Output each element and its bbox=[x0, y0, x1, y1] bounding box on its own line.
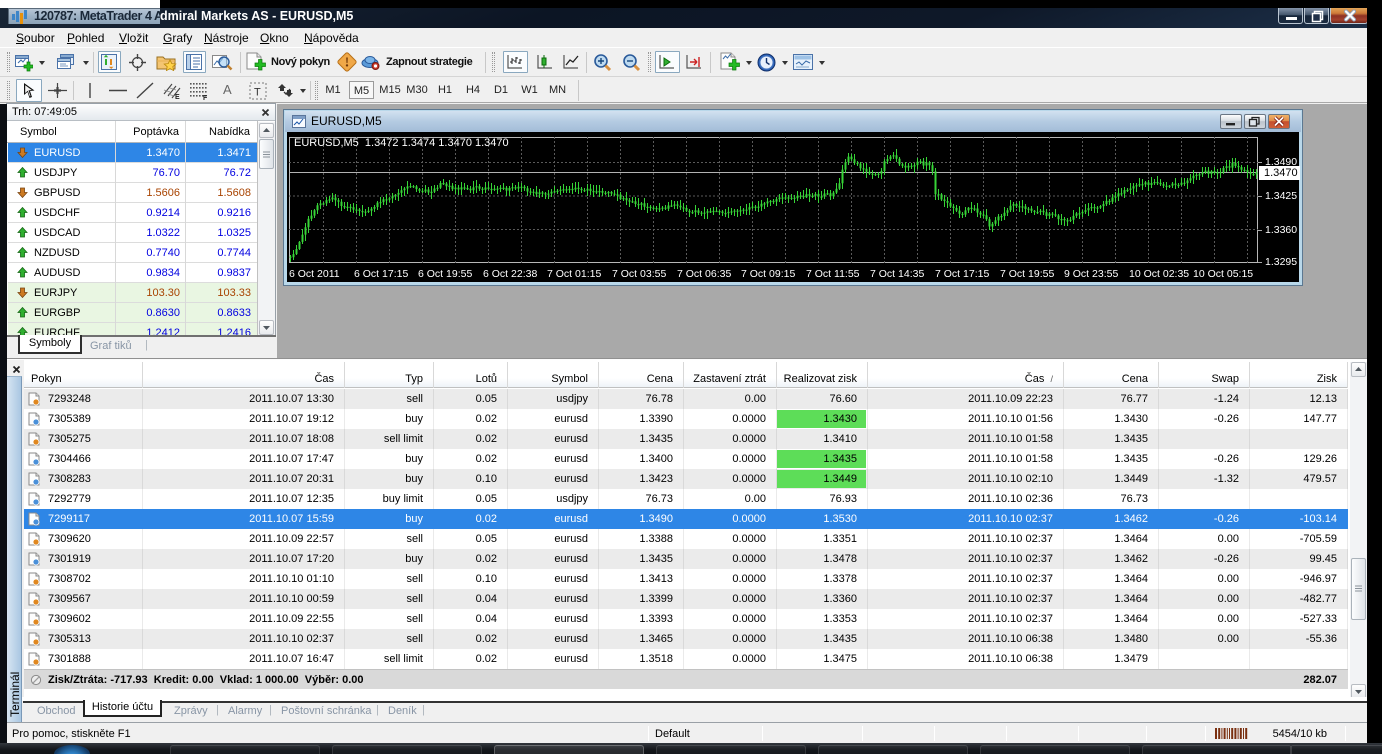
svg-text:E: E bbox=[175, 94, 180, 100]
svg-text:F: F bbox=[203, 95, 208, 100]
svg-text:T: T bbox=[254, 87, 261, 99]
